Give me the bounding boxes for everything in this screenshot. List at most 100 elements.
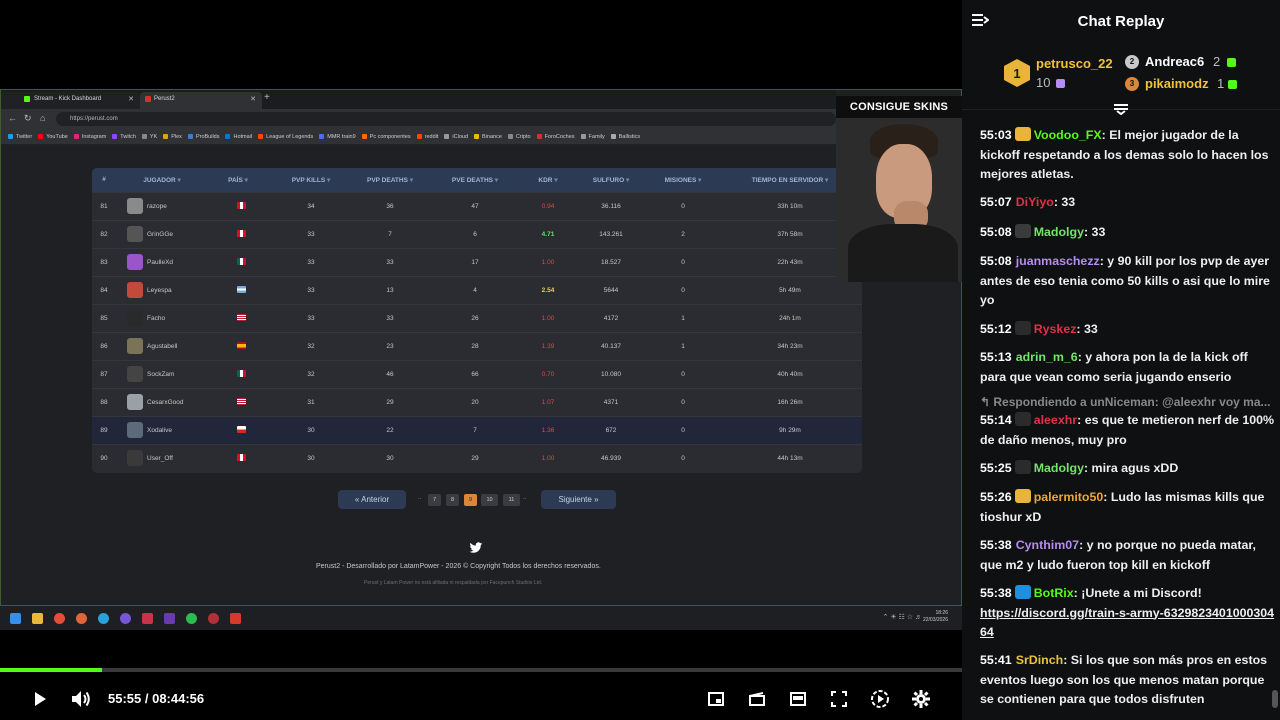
miniplayer-button[interactable] bbox=[703, 686, 729, 712]
page-8-button[interactable]: 8 bbox=[446, 494, 459, 506]
player-name[interactable]: PaulleXd bbox=[147, 259, 173, 266]
chat-username[interactable]: Madolgy bbox=[1034, 225, 1084, 239]
bookmark-item[interactable]: Cripto bbox=[507, 129, 537, 144]
app-icon[interactable] bbox=[164, 613, 175, 624]
play-button[interactable] bbox=[27, 686, 53, 712]
player-name[interactable]: CesarxGood bbox=[147, 399, 184, 406]
chat-username[interactable]: aleexhr bbox=[1034, 413, 1077, 427]
bookmark-item[interactable]: Binance bbox=[474, 129, 508, 144]
bookmark-item[interactable]: YouTube bbox=[38, 129, 74, 144]
chat-username[interactable]: juanmaschezz bbox=[1016, 254, 1100, 268]
url-field[interactable]: https://perust.com bbox=[56, 112, 836, 126]
chat-username[interactable]: SrDinch bbox=[1016, 653, 1064, 667]
file-explorer-icon[interactable] bbox=[32, 613, 43, 624]
next-page-button[interactable]: Siguiente » bbox=[541, 490, 616, 509]
page-7-button[interactable]: 7 bbox=[428, 494, 441, 506]
column-header[interactable]: PVP DEATHS bbox=[367, 176, 413, 184]
leaderboard-user[interactable]: pikaimodz bbox=[1145, 76, 1209, 91]
pvp-deaths-cell: 13 bbox=[386, 287, 394, 294]
browser-tab-perust[interactable]: Perust2 ✕ bbox=[140, 92, 262, 109]
bookmark-item[interactable]: iCloud bbox=[444, 129, 474, 144]
discord-icon[interactable] bbox=[120, 613, 131, 624]
bookmark-item[interactable]: YK bbox=[141, 129, 163, 144]
reply-preview[interactable]: ↰ Respondiendo a unNiceman: @aleexhr voy… bbox=[980, 395, 1271, 409]
chat-username[interactable]: Cynthim07 bbox=[1016, 538, 1079, 552]
chat-scrollbar[interactable] bbox=[1272, 690, 1278, 708]
app-icon[interactable] bbox=[230, 613, 241, 624]
edge-icon[interactable] bbox=[98, 613, 109, 624]
browser-tab-kick[interactable]: Stream - Kick Dashboard ✕ bbox=[0, 92, 140, 109]
back-icon[interactable]: ← bbox=[8, 113, 17, 123]
bookmark-item[interactable]: League of Legends bbox=[258, 129, 319, 144]
twitter-icon[interactable] bbox=[469, 542, 483, 554]
bookmark-item[interactable]: Plex bbox=[163, 129, 188, 144]
close-tab-icon[interactable]: ✕ bbox=[128, 95, 134, 103]
chat-username[interactable]: Madolgy bbox=[1034, 461, 1084, 475]
bookmark-item[interactable]: Hotmail bbox=[225, 129, 258, 144]
discord-link[interactable]: https://discord.gg/train-s-army-63298234… bbox=[980, 606, 1274, 640]
theater-mode-button[interactable] bbox=[785, 686, 811, 712]
reload-icon[interactable]: ↻ bbox=[24, 113, 32, 124]
chat-username[interactable]: adrin_m_6 bbox=[1016, 350, 1078, 364]
leaderboard-user[interactable]: Andreac6 bbox=[1145, 54, 1204, 69]
close-tab-icon[interactable]: ✕ bbox=[250, 95, 256, 103]
player-name[interactable]: Leyespa bbox=[147, 287, 172, 294]
firefox-icon[interactable] bbox=[76, 613, 87, 624]
chat-username[interactable]: Ryskez bbox=[1034, 322, 1077, 336]
column-header[interactable]: PAÍS bbox=[228, 176, 248, 184]
column-header[interactable]: JUGADOR bbox=[143, 176, 181, 184]
kick-favicon-icon bbox=[24, 96, 30, 102]
column-header[interactable]: # bbox=[102, 176, 106, 183]
pve-deaths-cell: 26 bbox=[471, 315, 479, 322]
playback-speed-button[interactable] bbox=[867, 686, 893, 712]
column-header[interactable]: PVP KILLS bbox=[292, 176, 331, 184]
chat-username[interactable]: BotRix bbox=[1034, 586, 1074, 600]
chat-username[interactable]: palermito50 bbox=[1034, 490, 1104, 504]
bookmark-item[interactable]: reddit bbox=[416, 129, 445, 144]
player-name[interactable]: SockZam bbox=[147, 371, 174, 378]
clip-button[interactable] bbox=[744, 686, 770, 712]
chrome-icon[interactable] bbox=[54, 613, 65, 624]
bookmark-item[interactable]: Twitch bbox=[112, 129, 142, 144]
misiones-cell: 0 bbox=[681, 371, 685, 378]
pinned-expand-icon[interactable] bbox=[1113, 103, 1129, 115]
column-header[interactable]: MISIONES bbox=[665, 176, 702, 184]
column-header[interactable]: KDR bbox=[538, 176, 557, 184]
spotify-icon[interactable] bbox=[186, 613, 197, 624]
bookmark-item[interactable]: ProBuilds bbox=[187, 129, 226, 144]
settings-button[interactable] bbox=[908, 686, 934, 712]
bookmark-item[interactable]: ForoCoches bbox=[536, 129, 581, 144]
progress-track[interactable] bbox=[0, 668, 962, 672]
obs-icon[interactable] bbox=[208, 613, 219, 624]
video-player[interactable]: ▣ Stream - Kick Dashboard ✕ Perust2 ✕ + … bbox=[0, 0, 962, 720]
page-9-button[interactable]: 9 bbox=[464, 494, 477, 506]
bookmark-item[interactable]: Family bbox=[580, 129, 611, 144]
home-icon[interactable]: ⌂ bbox=[40, 113, 45, 123]
windows-start-icon[interactable] bbox=[10, 613, 21, 624]
player-name[interactable]: Facho bbox=[147, 315, 165, 322]
fullscreen-button[interactable] bbox=[826, 686, 852, 712]
column-header[interactable]: SULFURO bbox=[593, 176, 630, 184]
column-header[interactable]: TIEMPO EN SERVIDOR bbox=[752, 176, 828, 184]
player-name[interactable]: razope bbox=[147, 203, 167, 210]
player-name[interactable]: User_Off bbox=[147, 455, 173, 462]
app-icon[interactable] bbox=[142, 613, 153, 624]
player-name[interactable]: Xodalive bbox=[147, 427, 172, 434]
leaderboard-user[interactable]: petrusco_22 bbox=[1036, 56, 1113, 71]
page-11-button[interactable]: 11 bbox=[503, 494, 520, 506]
column-header[interactable]: PVE DEATHS bbox=[452, 176, 498, 184]
volume-button[interactable] bbox=[68, 686, 94, 712]
system-tray-icon[interactable]: ⌃ ☀ ☷ ☆ ♬ bbox=[883, 613, 922, 621]
bookmark-item[interactable]: MMR train9 bbox=[319, 129, 361, 144]
bookmark-item[interactable]: Twitter bbox=[8, 129, 38, 144]
bookmark-item[interactable]: Ballistics bbox=[610, 129, 646, 144]
previous-page-button[interactable]: « Anterior bbox=[338, 490, 406, 509]
bookmark-item[interactable]: Instagram bbox=[73, 129, 112, 144]
player-name[interactable]: Agustabell bbox=[147, 343, 177, 350]
player-name[interactable]: GrinGGe bbox=[147, 231, 173, 238]
new-tab-icon[interactable]: + bbox=[264, 92, 270, 103]
page-10-button[interactable]: 10 bbox=[481, 494, 498, 506]
bookmark-item[interactable]: Pc componentes bbox=[361, 129, 417, 144]
chat-username[interactable]: DiYiyo bbox=[1016, 195, 1054, 209]
chat-username[interactable]: Voodoo_FX bbox=[1034, 128, 1102, 142]
